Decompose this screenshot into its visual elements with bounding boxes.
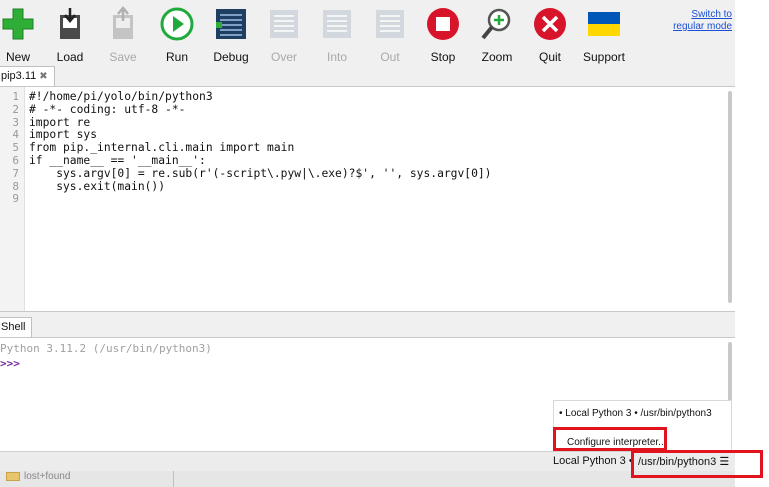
- menu-item-local-python[interactable]: • Local Python 3 • /usr/bin/python3: [559, 408, 712, 419]
- folder-lost-found[interactable]: lost+found: [6, 471, 70, 482]
- line-number: 6: [12, 154, 19, 167]
- step-over-label: Over: [270, 50, 297, 64]
- code-line: sys.exit(main()): [29, 179, 166, 193]
- stop-icon: [427, 8, 459, 40]
- step-out-label: Out: [380, 50, 400, 64]
- save-button[interactable]: Save: [97, 6, 149, 64]
- highlight-interpreter-path: [631, 450, 763, 478]
- save-label: Save: [109, 50, 137, 64]
- line-number: 3: [12, 115, 19, 129]
- code-line: if __name__ == '__main__':: [29, 154, 206, 167]
- files-strip: lost+found: [0, 471, 735, 487]
- stop-button[interactable]: Stop: [417, 6, 469, 64]
- line-number: 4: [12, 128, 19, 142]
- step-out-button[interactable]: Out: [364, 6, 416, 64]
- code-line: # -*- coding: utf-8 -*-: [29, 102, 186, 116]
- line-number: 7: [12, 166, 19, 180]
- load-button[interactable]: Load: [44, 6, 96, 64]
- zoom-label: Zoom: [481, 50, 513, 64]
- debug-icon: [216, 9, 246, 39]
- toolbar: New Load Save Run Debug Over Into Out St…: [0, 0, 735, 66]
- line-number: 1: [12, 90, 19, 103]
- code-editor[interactable]: 123456789 #!/home/pi/yolo/bin/python3 # -…: [0, 87, 735, 312]
- editor-tab-bar: pip3.11 ✖: [0, 66, 735, 87]
- shell-prompt: >>>: [0, 357, 20, 370]
- thonny-window: New Load Save Run Debug Over Into Out St…: [0, 0, 735, 487]
- pane-divider[interactable]: [173, 471, 174, 487]
- quit-label: Quit: [538, 50, 561, 64]
- code-line: import sys: [29, 128, 98, 142]
- load-label: Load: [56, 50, 84, 64]
- step-out-icon: [376, 10, 404, 38]
- status-bar: Local Python 3 • /usr/bin/python3 ☰: [0, 451, 735, 472]
- zoom-icon: [481, 8, 511, 40]
- quit-button[interactable]: Quit: [524, 6, 576, 64]
- support-button[interactable]: Support: [578, 6, 630, 64]
- support-label: Support: [582, 50, 626, 64]
- code-line: from pip._internal.cli.main import main: [29, 141, 295, 155]
- code-line: import re: [29, 115, 91, 129]
- line-number: 5: [12, 141, 19, 155]
- load-icon: [60, 8, 80, 39]
- shell-tab-bar: Shell: [0, 315, 735, 338]
- step-over-icon: [270, 10, 298, 38]
- status-interpreter-label[interactable]: Local Python 3 •: [553, 455, 633, 467]
- tab-pip3-11[interactable]: pip3.11 ✖: [0, 66, 55, 86]
- folder-label: lost+found: [24, 471, 71, 482]
- line-number: 2: [12, 102, 19, 116]
- tab-shell[interactable]: Shell: [0, 317, 33, 337]
- line-number: 9: [12, 192, 19, 206]
- debug-label: Debug: [213, 50, 249, 64]
- close-icon[interactable]: ✖: [39, 71, 47, 82]
- step-over-button[interactable]: Over: [258, 6, 310, 64]
- save-icon: [113, 6, 133, 39]
- switch-mode-link[interactable]: Switch to regular mode: [672, 9, 732, 33]
- ukraine-flag-icon: [588, 12, 620, 36]
- line-number: 8: [12, 179, 19, 193]
- highlight-configure-interpreter: [553, 427, 667, 451]
- run-label: Run: [165, 50, 188, 64]
- new-plus-icon: [2, 8, 34, 40]
- run-button[interactable]: Run: [151, 6, 203, 64]
- shell-banner: Python 3.11.2 (/usr/bin/python3): [0, 342, 212, 355]
- zoom-button[interactable]: Zoom: [471, 6, 523, 64]
- folder-icon: [6, 471, 20, 481]
- stop-label: Stop: [430, 50, 456, 64]
- editor-scrollbar[interactable]: [728, 91, 732, 303]
- step-into-label: Into: [326, 50, 347, 64]
- run-icon: [160, 7, 194, 41]
- new-button[interactable]: New: [0, 6, 44, 64]
- code-line: sys.argv[0] = re.sub(r'(-script\.pyw|\.e…: [29, 166, 492, 180]
- quit-icon: [534, 8, 566, 40]
- code-line: #!/home/pi/yolo/bin/python3: [29, 90, 213, 103]
- debug-button[interactable]: Debug: [205, 6, 257, 64]
- step-into-button[interactable]: Into: [311, 6, 363, 64]
- tab-label: pip3.11: [1, 70, 37, 82]
- line-number-gutter: 123456789: [0, 87, 25, 311]
- new-label: New: [5, 50, 30, 64]
- step-into-icon: [323, 10, 351, 38]
